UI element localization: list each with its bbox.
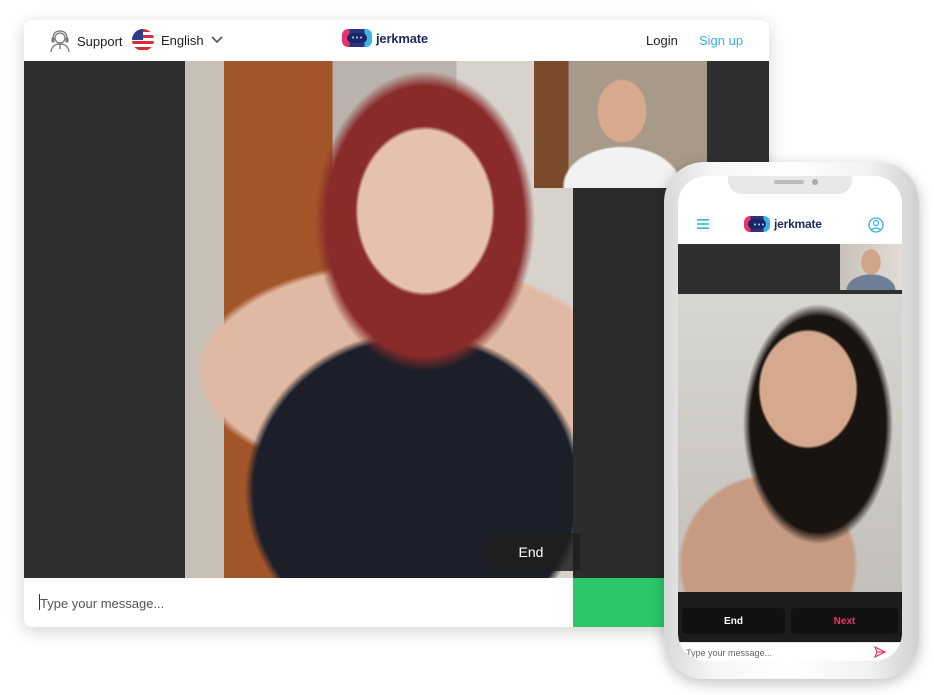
phone-self-view-video xyxy=(840,244,902,290)
phone-notch xyxy=(728,176,852,194)
logo-text: jerkmate xyxy=(376,30,428,46)
video-stage: End xyxy=(24,61,769,578)
signup-link[interactable]: Sign up xyxy=(699,33,743,48)
login-link[interactable]: Login xyxy=(646,33,678,48)
jerkmate-logo-icon xyxy=(744,216,770,232)
chat-bar xyxy=(24,578,573,627)
phone-chat-bar xyxy=(678,642,902,661)
support-label: Support xyxy=(77,33,123,49)
language-selector[interactable]: English xyxy=(132,29,223,51)
desktop-header: Support English jerkmate Login Sign up xyxy=(24,20,769,61)
user-account-icon[interactable] xyxy=(868,217,884,233)
hamburger-menu-icon[interactable] xyxy=(697,219,709,229)
brand-logo[interactable]: jerkmate xyxy=(342,29,428,47)
send-icon[interactable] xyxy=(874,646,886,658)
phone-chat-input[interactable] xyxy=(684,645,868,661)
phone-partner-video xyxy=(678,294,902,592)
support-agent-icon xyxy=(50,30,70,53)
support-link[interactable]: Support xyxy=(49,29,123,53)
partner-video xyxy=(185,61,573,578)
phone-brand-logo[interactable]: jerkmate xyxy=(744,216,822,232)
end-button[interactable]: End xyxy=(482,533,580,571)
chevron-down-icon xyxy=(211,36,223,44)
us-flag-icon xyxy=(132,29,154,51)
phone-next-button[interactable]: Next xyxy=(791,608,898,634)
desktop-window: Support English jerkmate Login Sign up E… xyxy=(24,20,769,627)
phone-screen: jerkmate End Next xyxy=(678,176,902,661)
chat-input[interactable] xyxy=(38,592,562,614)
language-label: English xyxy=(161,32,204,48)
phone-logo-text: jerkmate xyxy=(774,217,822,231)
phone-header: jerkmate xyxy=(678,204,902,244)
phone-frame: jerkmate End Next xyxy=(664,162,919,679)
phone-end-button[interactable]: End xyxy=(682,608,785,634)
jerkmate-logo-icon xyxy=(342,29,372,47)
